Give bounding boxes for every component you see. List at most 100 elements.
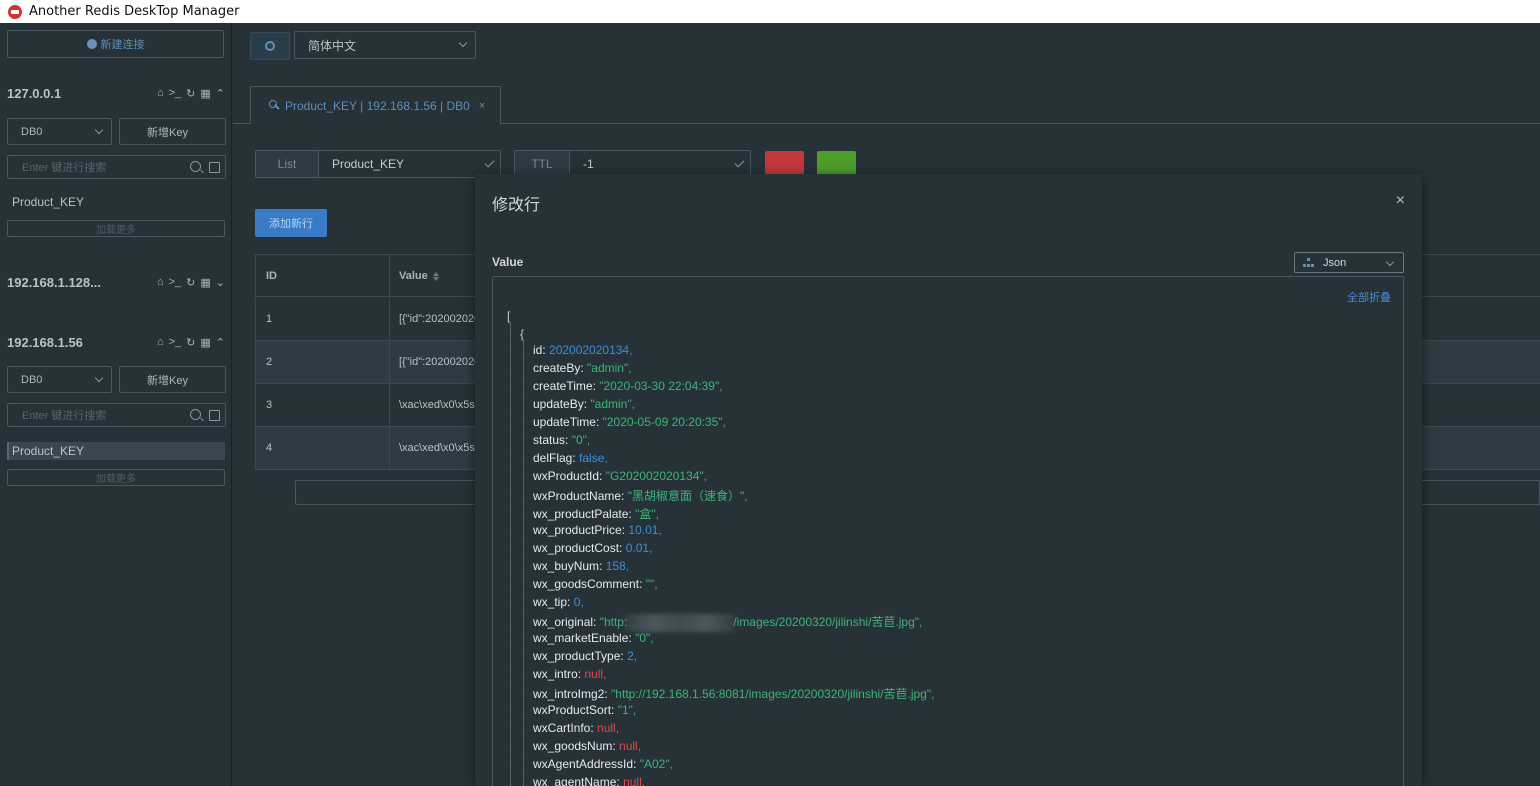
- json-value: 0.01,: [625, 541, 653, 555]
- terminal-icon[interactable]: >_: [169, 87, 182, 99]
- key-type-label: List: [256, 151, 319, 177]
- chevron-up-icon[interactable]: ⌃: [216, 87, 225, 100]
- load-more-button[interactable]: 加载更多: [7, 469, 225, 486]
- db-select-value: DB0: [21, 373, 43, 386]
- json-field-line[interactable]: wx_marketEnable: "0",: [533, 631, 654, 645]
- terminal-icon[interactable]: >_: [169, 336, 182, 348]
- json-key: wxProductId: [533, 469, 600, 483]
- refresh-icon[interactable]: ↻: [186, 336, 195, 349]
- add-key-button[interactable]: 新增Key: [119, 366, 226, 393]
- json-field-line[interactable]: wx_productCost: 0.01,: [533, 541, 652, 555]
- json-value: "1",: [617, 703, 637, 717]
- connection-name: 192.168.1.128...: [7, 274, 101, 290]
- json-field-line[interactable]: updateBy: "admin",: [533, 397, 635, 411]
- json-field-line[interactable]: wx_productPalate: "盒",: [533, 505, 659, 522]
- collapse-all-button[interactable]: 全部折叠: [1347, 289, 1391, 305]
- home-icon[interactable]: ⌂: [157, 276, 164, 288]
- close-icon[interactable]: ×: [1396, 192, 1405, 210]
- app-logo-icon: [8, 4, 22, 19]
- json-field-line[interactable]: wx_productPrice: 10.01,: [533, 523, 662, 537]
- chevron-up-icon[interactable]: ⌃: [216, 336, 225, 349]
- json-value: null,: [584, 667, 607, 681]
- json-key: wx_introImg2: [533, 687, 605, 701]
- json-field-line[interactable]: wx_goodsNum: null,: [533, 739, 641, 753]
- home-icon[interactable]: ⌂: [157, 87, 164, 99]
- exact-search-checkbox[interactable]: [209, 410, 220, 421]
- terminal-icon[interactable]: >_: [169, 276, 182, 288]
- json-field-line[interactable]: wx_original: "http:/images/20200320/jili…: [533, 613, 922, 632]
- json-field-line[interactable]: wx_tip: 0,: [533, 595, 584, 609]
- json-field-line[interactable]: wx_goodsComment: "",: [533, 577, 658, 591]
- new-connection-button[interactable]: 新建连接: [7, 30, 224, 58]
- json-field-line[interactable]: wx_introImg2: "http://192.168.1.56:8081/…: [533, 685, 934, 702]
- json-field-line[interactable]: wxProductSort: "1",: [533, 703, 636, 717]
- grid-icon[interactable]: ▦: [200, 87, 210, 100]
- add-key-button[interactable]: 新增Key: [119, 118, 226, 145]
- indent-guide: [523, 341, 524, 786]
- chevron-down-icon[interactable]: ⌄: [216, 276, 225, 289]
- settings-button[interactable]: [250, 32, 290, 60]
- column-header-id[interactable]: ID: [255, 255, 390, 297]
- json-field-line[interactable]: wxProductName: "黑胡椒意面（速食）",: [533, 487, 748, 504]
- json-field-line[interactable]: wx_buyNum: 158,: [533, 559, 629, 573]
- check-icon[interactable]: [734, 157, 745, 168]
- db-select[interactable]: DB0: [7, 366, 112, 393]
- search-icon[interactable]: [190, 409, 201, 420]
- json-field-line[interactable]: updateTime: "2020-05-09 20:20:35",: [533, 415, 726, 429]
- window-title: Another Redis DeskTop Manager: [29, 4, 240, 19]
- refresh-icon[interactable]: ↻: [186, 276, 195, 289]
- connection-header-3[interactable]: 192.168.1.56 ⌂ >_ ↻ ▦ ⌃: [7, 332, 225, 352]
- sort-icon[interactable]: [432, 271, 439, 281]
- json-field-line[interactable]: status: "0",: [533, 433, 590, 447]
- tab-label: Product_KEY | 192.168.1.56 | DB0: [285, 98, 470, 113]
- json-key: wx_original: [533, 615, 594, 629]
- exact-search-checkbox[interactable]: [209, 162, 220, 173]
- connection-actions: ⌂ >_ ↻ ▦ ⌃: [157, 336, 225, 349]
- add-row-button[interactable]: 添加新行: [255, 209, 327, 237]
- json-field-line[interactable]: wxCartInfo: null,: [533, 721, 619, 735]
- ttl-value: -1: [583, 157, 594, 171]
- json-value: "0",: [571, 433, 591, 447]
- row-id: 2: [255, 341, 390, 383]
- json-key: wx_productType: [533, 649, 621, 663]
- key-search-input[interactable]: Enter 键进行搜索: [7, 403, 226, 427]
- close-icon[interactable]: ×: [479, 100, 485, 112]
- key-name-input[interactable]: Product_KEY: [319, 151, 500, 177]
- language-select[interactable]: 简体中文: [294, 31, 476, 59]
- json-open-object: {: [520, 327, 525, 341]
- key-list-item[interactable]: Product_KEY: [7, 193, 225, 211]
- json-value: "admin",: [590, 397, 635, 411]
- json-field-line[interactable]: wxProductId: "G202002020134",: [533, 469, 707, 483]
- json-field-line[interactable]: createTime: "2020-03-30 22:04:39",: [533, 379, 723, 393]
- search-icon[interactable]: [190, 161, 201, 172]
- load-more-button[interactable]: 加载更多: [7, 220, 225, 237]
- check-icon[interactable]: [484, 157, 495, 168]
- json-field-line[interactable]: wxAgentAddressId: "A02",: [533, 757, 673, 771]
- connection-header-2[interactable]: 192.168.1.128... ⌂ >_ ↻ ▦ ⌄: [7, 272, 225, 292]
- key-search-input[interactable]: Enter 键进行搜索: [7, 155, 226, 179]
- json-editor[interactable]: 全部折叠 [ { id: 202002020134, createBy: "adm…: [492, 276, 1404, 786]
- json-value: "盒",: [635, 507, 659, 521]
- json-value: "G202002020134",: [605, 469, 707, 483]
- json-value: 158,: [605, 559, 630, 573]
- connection-header-1[interactable]: 127.0.0.1 ⌂ >_ ↻ ▦ ⌃: [7, 83, 225, 103]
- json-field-line[interactable]: wx_intro: null,: [533, 667, 606, 681]
- grid-icon[interactable]: ▦: [200, 336, 210, 349]
- json-field-line[interactable]: wx_agentName: null,: [533, 775, 645, 786]
- format-select[interactable]: Json: [1294, 252, 1404, 273]
- json-field-line[interactable]: wx_productType: 2,: [533, 649, 637, 663]
- db-select[interactable]: DB0: [7, 118, 112, 145]
- home-icon[interactable]: ⌂: [157, 336, 164, 348]
- json-key: id: [533, 343, 543, 357]
- key-name-group: List Product_KEY: [255, 150, 501, 178]
- json-field-line[interactable]: id: 202002020134,: [533, 343, 632, 357]
- row-id: 1: [255, 298, 390, 340]
- refresh-icon[interactable]: ↻: [186, 87, 195, 100]
- tab-divider: [501, 123, 1540, 124]
- search-placeholder: Enter 键进行搜索: [22, 410, 107, 422]
- grid-icon[interactable]: ▦: [200, 276, 210, 289]
- json-field-line[interactable]: createBy: "admin",: [533, 361, 632, 375]
- json-field-line[interactable]: delFlag: false,: [533, 451, 608, 465]
- key-list-item-selected[interactable]: Product_KEY: [7, 442, 225, 460]
- tab-product-key[interactable]: Product_KEY | 192.168.1.56 | DB0 ×: [250, 86, 501, 124]
